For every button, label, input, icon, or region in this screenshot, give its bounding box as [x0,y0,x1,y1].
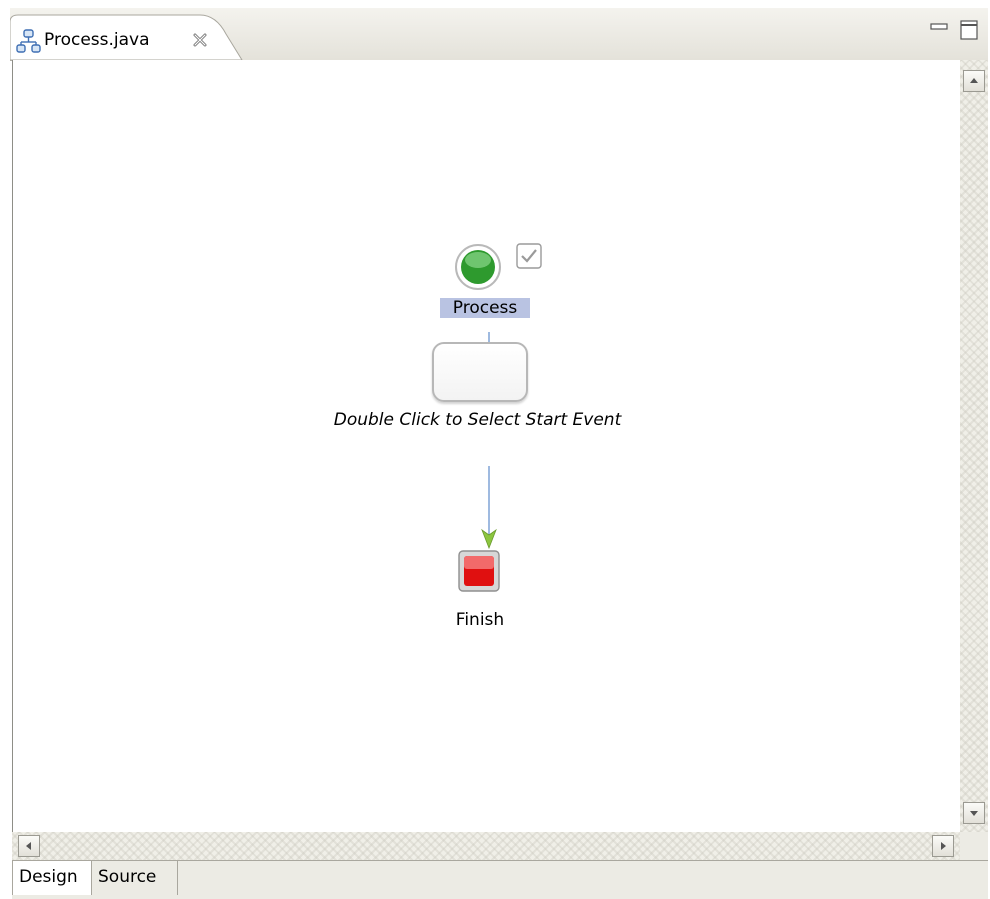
task-node-label[interactable]: Double Click to Select Start Event [320,408,635,432]
end-event-square-icon[interactable] [458,550,500,592]
end-node-label[interactable]: Finish [440,610,520,630]
checkmark-icon[interactable] [516,243,542,269]
start-event-circle-icon[interactable] [454,243,502,291]
start-node-label[interactable]: Process [440,298,530,318]
diagram-connectors [481,332,497,550]
start-event-task-box[interactable] [432,342,528,402]
